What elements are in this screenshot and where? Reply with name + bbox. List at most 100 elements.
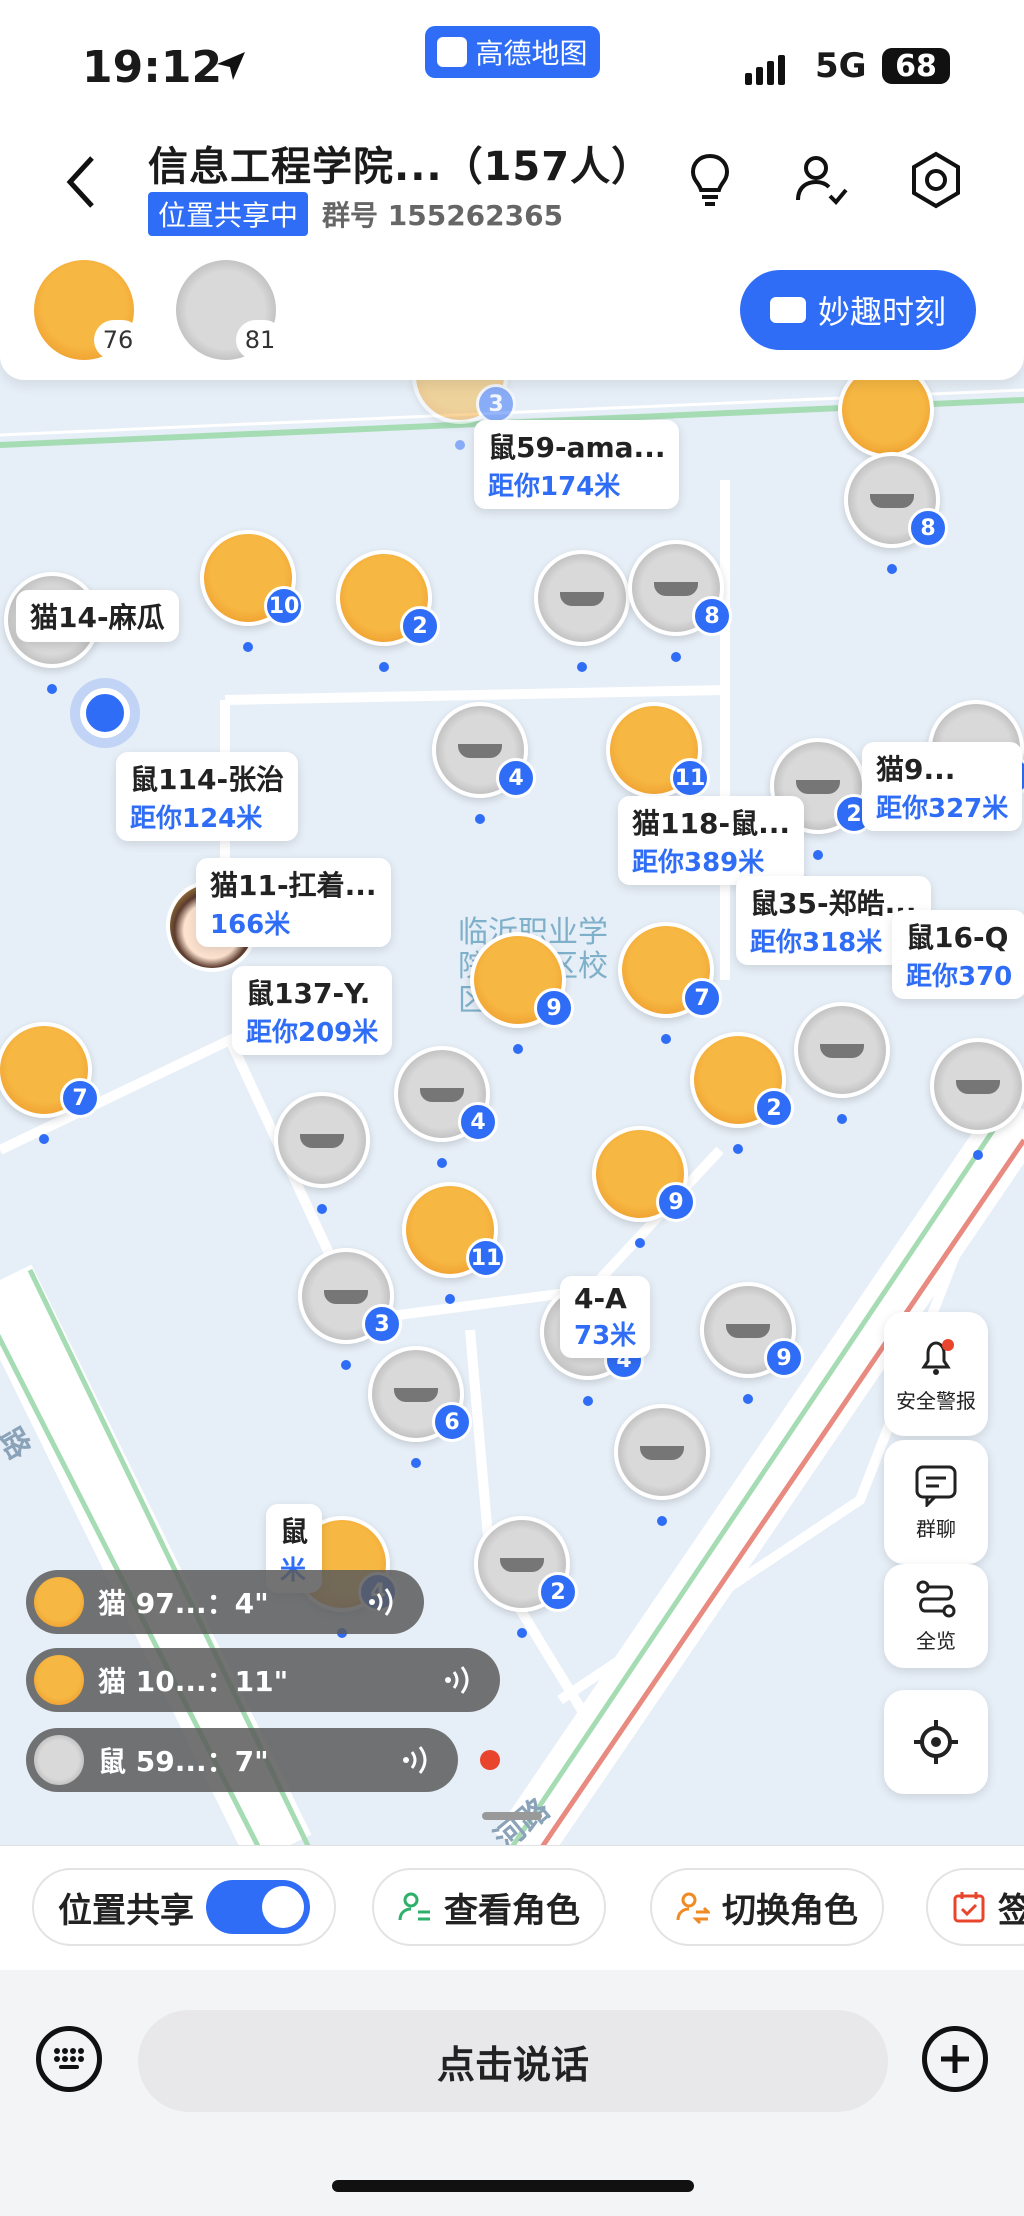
member-label[interactable]: 猫9... 距你327米 xyxy=(862,742,1023,831)
sound-wave-icon xyxy=(445,1666,469,1694)
cat-count: 76 xyxy=(94,320,142,360)
group-chat-button[interactable]: 群聊 xyxy=(884,1440,988,1564)
voice-message[interactable]: 猫 97...：4" xyxy=(26,1570,424,1634)
locate-me-button[interactable] xyxy=(884,1690,988,1794)
fun-moment-button[interactable]: 妙趣时刻 xyxy=(740,270,976,350)
avatar-count-badge: 3 xyxy=(362,1304,402,1344)
map-avatar-cat[interactable]: 2 xyxy=(690,1032,794,1154)
map-avatar-cat[interactable]: 9 xyxy=(592,1126,696,1248)
map-avatar-mouse[interactable] xyxy=(614,1404,710,1526)
keyboard-icon[interactable] xyxy=(36,2026,102,2092)
sharing-status-badge: 位置共享中 xyxy=(148,192,309,236)
avatar-count-badge: 9 xyxy=(656,1182,696,1222)
battery-icon: 68 xyxy=(882,48,950,84)
status-bar: 19:12 高德地图 5G 68 xyxy=(0,0,1024,120)
mouse-team-avatar[interactable]: 81 xyxy=(176,260,284,360)
map-avatar-cat[interactable]: 9 xyxy=(470,932,574,1054)
map-avatar-mouse[interactable] xyxy=(274,1092,370,1214)
member-label[interactable]: 鼠114-张治 距你124米 xyxy=(116,752,299,841)
video-camera-icon xyxy=(769,297,806,323)
map-avatar-cat[interactable]: 11 xyxy=(606,702,710,824)
member-label[interactable]: 4-A 73米 xyxy=(560,1276,651,1358)
group-title: 信息工程学院...（157人） xyxy=(148,144,653,190)
mouse-count: 81 xyxy=(236,320,284,360)
switch-role-button[interactable]: 切换角色 xyxy=(650,1868,884,1946)
avatar-count-badge: 7 xyxy=(60,1078,100,1118)
avatar-count-badge: 9 xyxy=(534,988,574,1028)
avatar-count-badge: 11 xyxy=(466,1238,506,1278)
map-avatar-mouse[interactable]: 9 xyxy=(700,1282,804,1404)
chat-icon xyxy=(915,1465,957,1507)
network-type: 5G xyxy=(815,46,867,86)
safety-alert-button[interactable]: 安全警报 xyxy=(884,1312,988,1436)
map-avatar-mouse[interactable] xyxy=(794,1002,890,1124)
map-avatar-cat[interactable]: 7 xyxy=(618,922,722,1044)
map-avatar-mouse[interactable] xyxy=(534,550,630,672)
map-avatar-mouse[interactable]: 2 xyxy=(474,1516,578,1638)
bell-icon xyxy=(921,1338,954,1375)
avatar-count-badge: 9 xyxy=(764,1338,804,1378)
avatar-count-badge: 4 xyxy=(458,1102,498,1142)
return-to-app-pill[interactable]: 高德地图 xyxy=(425,26,600,78)
voice-message[interactable]: 鼠 59...：7" xyxy=(26,1728,458,1792)
settings-icon[interactable] xyxy=(906,150,966,210)
clock: 19:12 xyxy=(82,42,223,93)
member-label[interactable]: 鼠59-ama... 距你174米 xyxy=(474,420,680,509)
member-label[interactable]: 猫11-扛着... 166米 xyxy=(196,858,391,947)
map-avatar-cat[interactable]: 10 xyxy=(200,530,304,652)
map-avatar-cat[interactable]: 2 xyxy=(336,550,440,672)
location-share-toggle[interactable] xyxy=(206,1880,310,1934)
avatar xyxy=(34,1577,84,1627)
back-icon[interactable] xyxy=(58,152,108,212)
sound-wave-icon xyxy=(369,1588,393,1616)
switch-user-icon xyxy=(676,1892,710,1924)
map-avatar-cat[interactable]: 11 xyxy=(402,1182,506,1304)
member-label[interactable]: 鼠16-Q 距你370 xyxy=(892,910,1024,999)
voice-message[interactable]: 猫 10...：11" xyxy=(26,1648,500,1712)
avatar-count-badge: 2 xyxy=(400,606,440,646)
sign-in-button[interactable]: 签 xyxy=(926,1868,1024,1946)
map-avatar-mouse[interactable]: 6 xyxy=(368,1346,472,1468)
avatar-count-badge: 6 xyxy=(432,1402,472,1442)
view-role-button[interactable]: 查看角色 xyxy=(372,1868,606,1946)
avatar-count-badge: 10 xyxy=(264,586,304,626)
crosshair-icon xyxy=(914,1720,958,1764)
avatar-count-badge: 3 xyxy=(476,384,516,424)
amap-logo-icon xyxy=(437,37,468,67)
map-avatar-cat[interactable]: 7 xyxy=(0,1022,100,1144)
avatar-count-badge: 2 xyxy=(754,1088,794,1128)
route-icon xyxy=(916,1580,956,1617)
unread-dot xyxy=(480,1750,500,1770)
location-arrow-icon xyxy=(217,52,245,80)
group-header: 信息工程学院...（157人） 位置共享中 群号 155262365 xyxy=(0,120,1024,240)
member-label[interactable]: 猫14-麻瓜 xyxy=(16,590,179,642)
team-summary: 76 81 妙趣时刻 xyxy=(0,240,1024,380)
map-avatar-mouse[interactable]: 4 xyxy=(432,702,536,824)
signal-icon xyxy=(745,55,785,85)
overview-button[interactable]: 全览 xyxy=(884,1564,988,1668)
member-manage-icon[interactable] xyxy=(792,150,852,210)
avatar-count-badge: 11 xyxy=(670,758,710,798)
member-label[interactable]: 鼠137-Y. 距你209米 xyxy=(232,966,393,1055)
avatar-count-badge: 2 xyxy=(538,1572,578,1612)
map-avatar-mouse[interactable]: 3 xyxy=(298,1248,402,1370)
map-avatar-mouse[interactable]: 8 xyxy=(844,452,948,574)
plus-icon[interactable] xyxy=(922,2026,988,2092)
map-avatar-mouse[interactable]: 8 xyxy=(628,540,732,662)
drag-handle[interactable] xyxy=(482,1812,542,1820)
sound-wave-icon xyxy=(403,1746,427,1774)
home-indicator[interactable] xyxy=(332,2180,694,2192)
location-share-chip[interactable]: 位置共享 xyxy=(32,1868,336,1946)
press-to-talk-button[interactable]: 点击说话 xyxy=(138,2010,888,2112)
lightbulb-icon[interactable] xyxy=(680,150,740,210)
bottom-panel: 位置共享 查看角色 切换角色 签 点击说话 xyxy=(0,1845,1024,2216)
my-location-icon xyxy=(80,688,130,738)
avatar-count-badge: 8 xyxy=(692,596,732,636)
group-number: 群号 155262365 xyxy=(322,199,564,232)
member-label[interactable]: 猫118-鼠... 距你389米 xyxy=(618,796,804,885)
cat-team-avatar[interactable]: 76 xyxy=(34,260,142,360)
calendar-check-icon xyxy=(953,1892,985,1923)
action-toolbar: 位置共享 查看角色 切换角色 签 xyxy=(0,1845,1024,1970)
map-avatar-mouse[interactable]: 4 xyxy=(394,1046,498,1168)
map-avatar-mouse[interactable] xyxy=(930,1038,1024,1160)
